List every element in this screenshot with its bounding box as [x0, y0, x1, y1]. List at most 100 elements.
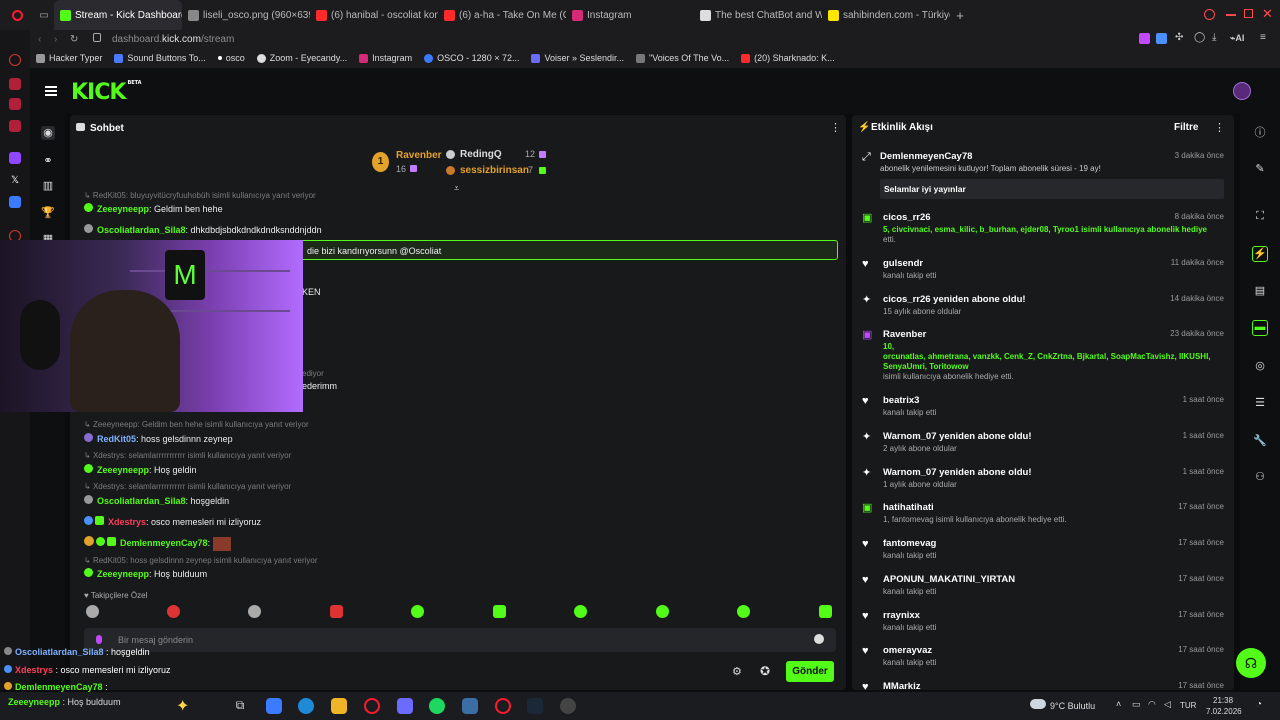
activity-event[interactable]: ▣ hatihatihati 17 saat önce 1, fantomeva…	[862, 502, 1224, 530]
live-stream-icon[interactable]: ◉	[41, 126, 55, 140]
document-icon[interactable]: ▤	[1252, 284, 1268, 300]
emote-icon[interactable]	[656, 605, 669, 618]
tab-image[interactable]: liseli_osco.png (960×639)	[182, 0, 310, 30]
copilot-icon[interactable]: ✦	[176, 696, 189, 716]
extensions-puzzle-icon[interactable]: ✣	[1175, 32, 1183, 43]
chat-message[interactable]: Zeeeyneepp: Geldim ben hehe	[84, 203, 223, 214]
url-field[interactable]: dashboard.kick.com/stream	[112, 34, 234, 45]
reload-icon[interactable]: ↻	[70, 34, 78, 45]
chat-username[interactable]: Oscoliatlardan_Sila8	[97, 496, 186, 506]
camera-scan-icon[interactable]: ⛶	[1252, 210, 1268, 226]
search-tabs-icon[interactable]	[1204, 9, 1215, 20]
edge-icon[interactable]	[298, 698, 314, 714]
link-icon[interactable]: ⚭	[41, 154, 55, 168]
bookmark-item[interactable]: osco	[217, 53, 245, 63]
instagram-icon[interactable]	[9, 120, 21, 132]
bookmark-item[interactable]: Hacker Typer	[36, 53, 102, 63]
broadcast-icon[interactable]: ◎	[1252, 359, 1268, 375]
task-view-icon[interactable]: ⧉	[232, 698, 248, 714]
chat-options-icon[interactable]: ⋮	[830, 121, 841, 134]
activity-event[interactable]: ⤢ DemlenmeyenCay78 3 dakika önce aboneli…	[862, 151, 1224, 201]
chat-toggle-icon[interactable]: ▬	[1252, 320, 1268, 336]
emote-icon[interactable]	[86, 605, 99, 618]
activity-options-icon[interactable]: ⋮	[1214, 121, 1225, 134]
activity-event[interactable]: ▣ Ravenber 23 dakika önce 10, orcunatlas…	[862, 329, 1224, 385]
language-indicator[interactable]: TUR	[1180, 701, 1196, 710]
chat-message[interactable]: Zeeeyneepp: Hoş geldin	[84, 464, 197, 475]
opera-icon[interactable]	[364, 698, 380, 714]
activity-event[interactable]: ✦ cicos_rr26 yeniden abone oldu! 14 daki…	[862, 294, 1224, 322]
chat-username[interactable]: RedKit05	[97, 434, 136, 444]
analytics-icon[interactable]: ▥	[41, 179, 55, 193]
bookmark-item[interactable]: Voiser » Seslendir...	[531, 53, 624, 63]
chat-message[interactable]: Oscoliatlardan_Sila8: dhkdbdjsbdkdndkdnd…	[84, 224, 322, 235]
event-username[interactable]: cicos_rr26	[883, 212, 931, 223]
activity-event[interactable]: ♥ rraynixx 17 saat önce kanalı takip ett…	[862, 610, 1224, 638]
settings-gear-icon[interactable]: ⚙	[732, 665, 742, 678]
activity-event[interactable]: ♥ fantomevag 17 saat önce kanalı takip e…	[862, 538, 1224, 566]
weather-text[interactable]: 9°C Bulutlu	[1050, 701, 1095, 711]
steam-icon[interactable]	[527, 698, 543, 714]
opera-gx-icon[interactable]	[495, 698, 511, 714]
extension-icon[interactable]	[1139, 33, 1150, 44]
activity-event[interactable]: ♥ MMarkiz 17 saat önce	[862, 681, 1224, 690]
clock-date[interactable]: 7.02.2026	[1206, 707, 1242, 716]
bookmark-item[interactable]: Zoom - Eyecandy...	[256, 53, 347, 63]
spotify-icon[interactable]	[429, 698, 445, 714]
chat-username[interactable]: Zeeeyneepp	[97, 204, 149, 214]
leader-first-user[interactable]: Ravenber	[396, 150, 442, 161]
forward-icon[interactable]: ›	[54, 34, 57, 45]
tab-kick-dashboard[interactable]: Stream - Kick Dashboard	[54, 0, 182, 30]
info-icon[interactable]: ⓘ	[1252, 124, 1268, 140]
emote-icon[interactable]	[330, 605, 343, 618]
notification-bell-icon[interactable]: ◔	[1256, 699, 1262, 710]
clock-time[interactable]: 21:38	[1213, 696, 1233, 705]
leader-second-user[interactable]: RedingQ	[460, 149, 502, 160]
aria-ai-icon[interactable]: ⌁AI	[1230, 33, 1244, 44]
x-icon[interactable]: 𝕏	[9, 175, 21, 187]
activity-event[interactable]: ♥ gulsendr 11 dakika önce kanalı takip e…	[862, 258, 1224, 286]
discord-icon[interactable]	[397, 698, 413, 714]
activity-event[interactable]: ✦ Warnom_07 yeniden abone oldu! 1 saat ö…	[862, 467, 1224, 495]
tab-instagram[interactable]: Instagram	[566, 0, 694, 30]
app-icon[interactable]	[462, 698, 478, 714]
chat-message[interactable]: Xdestrys: osco memesleri mi izliyoruz	[84, 516, 261, 527]
event-username[interactable]: Warnom_07 yeniden abone oldu!	[883, 431, 1032, 442]
chat-username[interactable]: Xdestrys	[108, 517, 146, 527]
leader-third-user[interactable]: sessizbirinsan	[460, 165, 529, 176]
bot-icon[interactable]: ✪	[760, 664, 770, 678]
chat-message[interactable]: Zeeeyneepp: Hoş bulduum	[84, 568, 207, 579]
event-username[interactable]: rraynixx	[883, 610, 920, 621]
event-username[interactable]: omerayvaz	[883, 645, 932, 656]
event-username[interactable]: cicos_rr26 yeniden abone oldu!	[883, 294, 1026, 305]
activity-event[interactable]: ♥ APONUN_MAKATINI_YIRTAN 17 saat önce ka…	[862, 574, 1224, 602]
chat-username[interactable]: DemlenmeyenCay78	[120, 538, 208, 548]
activity-event[interactable]: ♥ omerayvaz 17 saat önce kanalı takip et…	[862, 645, 1224, 673]
wrench-icon[interactable]: 🔧	[1252, 434, 1268, 450]
event-username[interactable]: hatihatihati	[883, 502, 934, 513]
aria-icon[interactable]	[9, 54, 21, 66]
emote-icon[interactable]	[493, 605, 506, 618]
whatsapp-icon[interactable]	[9, 98, 21, 110]
chat-message[interactable]: Oscoliatlardan_Sila8: hoşgeldin	[84, 495, 229, 506]
event-username[interactable]: APONUN_MAKATINI_YIRTAN	[883, 574, 1015, 585]
close-icon[interactable]: ✕	[1262, 6, 1273, 22]
activity-event[interactable]: ♥ beatrix3 1 saat önce kanalı takip etti	[862, 395, 1224, 423]
emote-icon[interactable]	[167, 605, 180, 618]
download-icon[interactable]: ⤓	[1212, 32, 1216, 43]
filter-button[interactable]: Filtre	[1174, 122, 1198, 133]
trophy-icon[interactable]: 🏆	[41, 206, 55, 220]
hamburger-menu-icon[interactable]	[45, 86, 57, 96]
bookmark-item[interactable]: Instagram	[359, 53, 412, 63]
bookmark-item[interactable]: "Voices Of The Vo...	[636, 53, 729, 63]
profile-icon[interactable]: ◯	[1194, 32, 1205, 43]
send-button[interactable]: Gönder	[786, 661, 834, 682]
folder-icon[interactable]	[331, 698, 347, 714]
emote-icon[interactable]	[411, 605, 424, 618]
nodes-icon[interactable]: ⚇	[1252, 470, 1268, 486]
network-icon[interactable]: ▭	[1132, 699, 1141, 710]
emoji-icon[interactable]	[814, 634, 824, 644]
chat-message[interactable]: RedKit05: hoss gelsdinnn zeynep	[84, 433, 233, 444]
activity-event[interactable]: ▣ cicos_rr26 8 dakika önce 5, civcivnaci…	[862, 212, 1224, 248]
mic-icon[interactable]	[96, 635, 102, 644]
